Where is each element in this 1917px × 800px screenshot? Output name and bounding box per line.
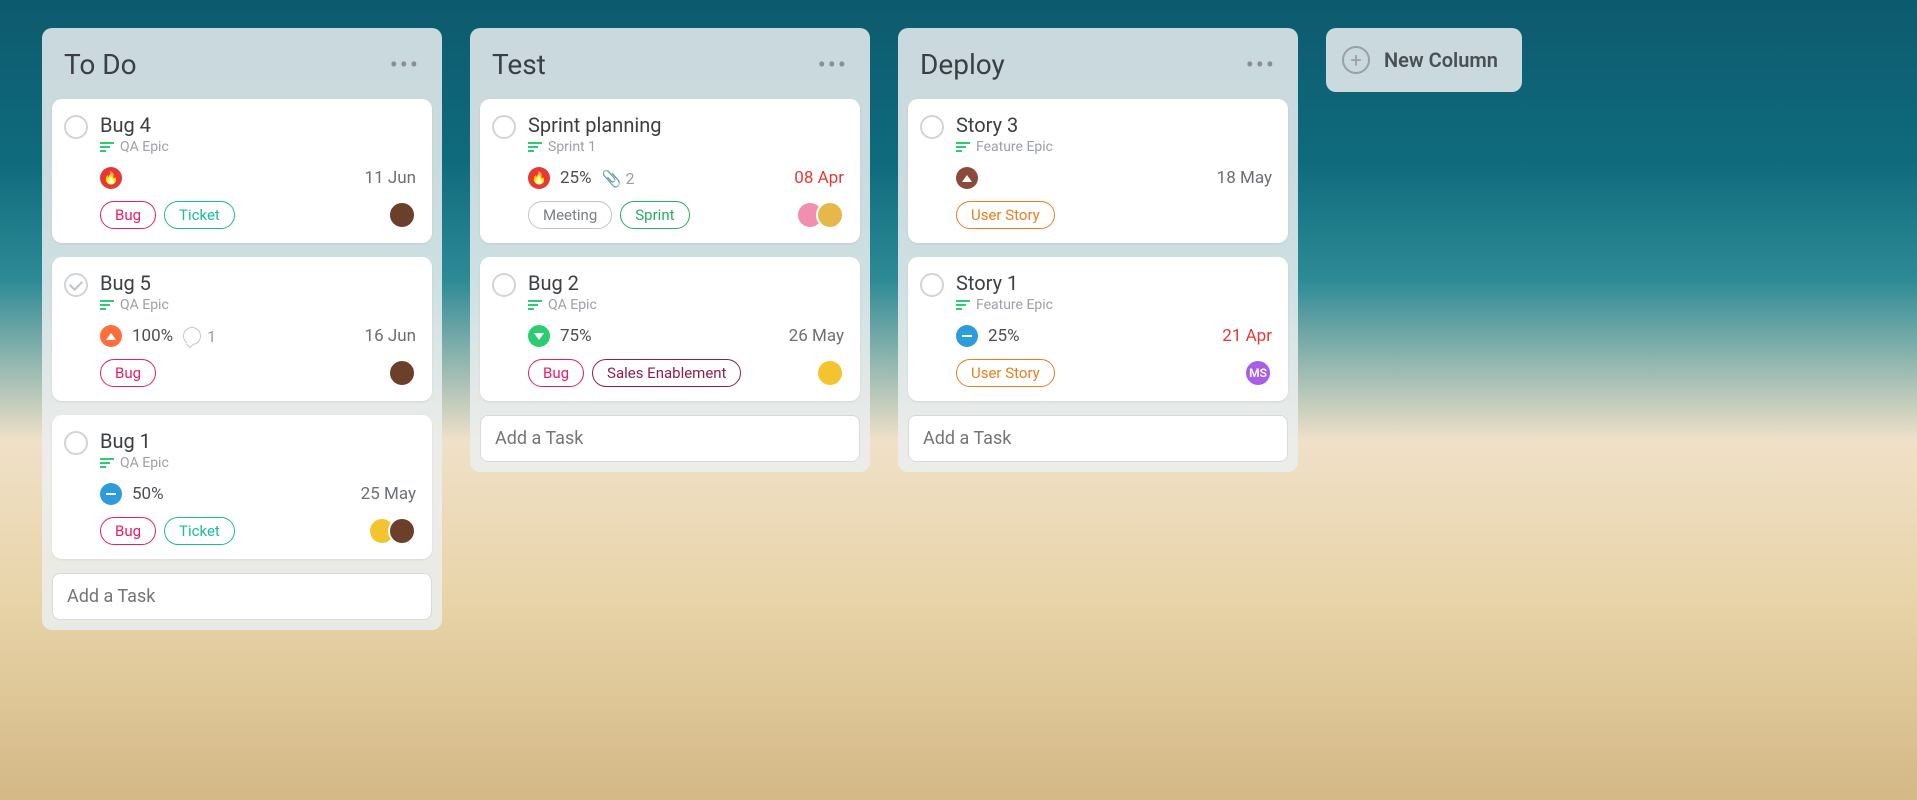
tag[interactable]: Sales Enablement — [592, 359, 741, 387]
due-date: 16 Jun — [365, 326, 416, 346]
priority-icon — [100, 325, 122, 347]
epic-label: QA Epic — [120, 297, 169, 313]
task-card[interactable]: Bug 5 QA Epic 100% 1 16 Jun Bug — [52, 257, 432, 401]
complete-checkbox[interactable] — [64, 115, 88, 139]
epic-icon — [100, 300, 114, 310]
task-title: Bug 1 — [100, 429, 416, 453]
tag[interactable]: Ticket — [164, 517, 235, 545]
column: Test ••• Sprint planning Sprint 1 25% 📎2 08 Ap… — [470, 28, 870, 472]
add-task-input[interactable] — [52, 573, 432, 620]
epic-icon — [100, 458, 114, 468]
assignee-avatar[interactable] — [388, 201, 416, 229]
tag[interactable]: Bug — [100, 201, 156, 229]
progress-percent: 100% — [132, 326, 173, 346]
epic-icon — [956, 300, 970, 310]
assignee-avatar[interactable]: MS — [1244, 359, 1272, 387]
epic-icon — [528, 142, 542, 152]
complete-checkbox[interactable] — [64, 431, 88, 455]
task-card[interactable]: Bug 4 QA Epic 11 Jun Bug Ticket — [52, 99, 432, 243]
complete-checkbox[interactable] — [920, 115, 944, 139]
epic-label: Sprint 1 — [548, 139, 596, 155]
tag[interactable]: Sprint — [620, 201, 689, 229]
epic-label: Feature Epic — [976, 297, 1053, 313]
add-task-input[interactable] — [480, 415, 860, 462]
comment-icon — [183, 327, 201, 345]
task-title: Bug 4 — [100, 113, 416, 137]
epic-icon — [100, 142, 114, 152]
assignee-avatar[interactable] — [816, 201, 844, 229]
epic-label: QA Epic — [120, 455, 169, 471]
complete-checkbox[interactable] — [64, 273, 88, 297]
due-date: 11 Jun — [365, 168, 416, 188]
task-title: Bug 2 — [528, 271, 844, 295]
task-title: Story 1 — [956, 271, 1272, 295]
task-title: Sprint planning — [528, 113, 844, 137]
tag[interactable]: Meeting — [528, 201, 612, 229]
column-title: To Do — [64, 48, 137, 81]
add-task-input[interactable] — [908, 415, 1288, 462]
priority-icon — [528, 325, 550, 347]
plus-icon: + — [1342, 46, 1370, 74]
paperclip-icon: 📎 — [602, 169, 622, 188]
tag[interactable]: Ticket — [164, 201, 235, 229]
new-column-button[interactable]: + New Column — [1326, 28, 1522, 92]
task-title: Story 3 — [956, 113, 1272, 137]
task-card[interactable]: Story 1 Feature Epic 25% 21 Apr User Story MS — [908, 257, 1288, 401]
priority-icon — [528, 167, 550, 189]
priority-icon — [100, 483, 122, 505]
tag[interactable]: Bug — [100, 359, 156, 387]
progress-percent: 75% — [560, 326, 592, 346]
comment-count[interactable]: 1 — [183, 327, 216, 346]
epic-label: QA Epic — [120, 139, 169, 155]
column: To Do ••• Bug 4 QA Epic 11 Jun Bug Ticket Bug 5… — [42, 28, 442, 630]
tag[interactable]: Bug — [100, 517, 156, 545]
due-date: 08 Apr — [794, 168, 844, 188]
assignee-avatar[interactable] — [816, 359, 844, 387]
progress-percent: 25% — [560, 168, 592, 188]
task-card[interactable]: Story 3 Feature Epic 18 May User Story — [908, 99, 1288, 243]
priority-icon — [100, 167, 122, 189]
task-card[interactable]: Bug 1 QA Epic 50% 25 May Bug Ticket — [52, 415, 432, 559]
column-menu-icon[interactable]: ••• — [1246, 51, 1276, 79]
attachment-count[interactable]: 📎2 — [602, 169, 635, 188]
task-card[interactable]: Bug 2 QA Epic 75% 26 May Bug Sales Enablement — [480, 257, 860, 401]
column-menu-icon[interactable]: ••• — [390, 51, 420, 79]
column-menu-icon[interactable]: ••• — [818, 51, 848, 79]
epic-icon — [528, 300, 542, 310]
progress-percent: 25% — [988, 326, 1020, 346]
complete-checkbox[interactable] — [920, 273, 944, 297]
epic-label: Feature Epic — [976, 139, 1053, 155]
priority-icon — [956, 325, 978, 347]
column: Deploy ••• Story 3 Feature Epic 18 May User S… — [898, 28, 1298, 472]
complete-checkbox[interactable] — [492, 273, 516, 297]
due-date: 18 May — [1217, 168, 1272, 188]
assignee-avatar[interactable] — [388, 517, 416, 545]
due-date: 25 May — [361, 484, 416, 504]
epic-icon — [956, 142, 970, 152]
task-card[interactable]: Sprint planning Sprint 1 25% 📎2 08 Apr Meetin… — [480, 99, 860, 243]
tag[interactable]: User Story — [956, 201, 1055, 229]
column-title: Test — [492, 48, 546, 81]
tag[interactable]: Bug — [528, 359, 584, 387]
epic-label: QA Epic — [548, 297, 597, 313]
complete-checkbox[interactable] — [492, 115, 516, 139]
assignee-avatar[interactable] — [388, 359, 416, 387]
column-title: Deploy — [920, 48, 1005, 81]
due-date: 21 Apr — [1222, 326, 1272, 346]
new-column-label: New Column — [1384, 48, 1498, 72]
tag[interactable]: User Story — [956, 359, 1055, 387]
priority-icon — [956, 167, 978, 189]
progress-percent: 50% — [132, 484, 164, 504]
due-date: 26 May — [789, 326, 844, 346]
task-title: Bug 5 — [100, 271, 416, 295]
